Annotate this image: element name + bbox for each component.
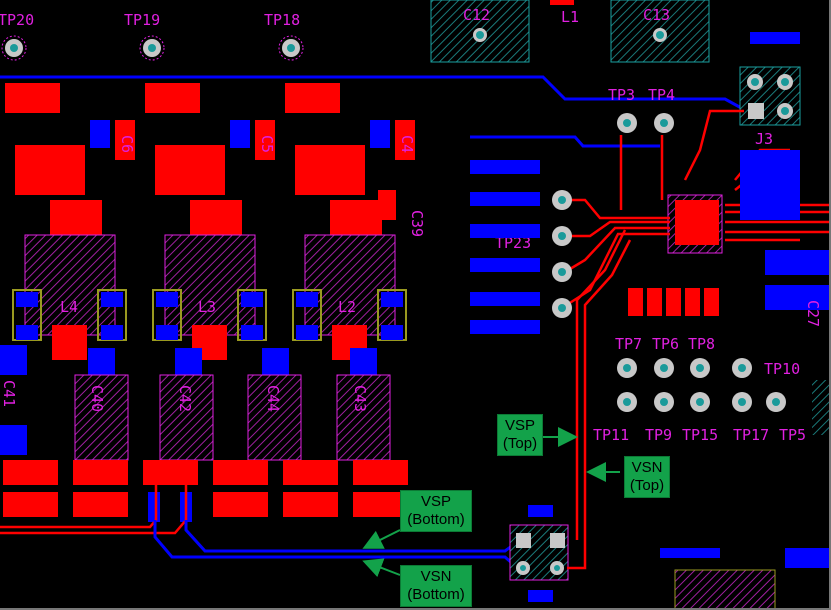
callout-vsn-bottom: VSN (Bottom) bbox=[400, 565, 472, 607]
tp3: TP3 bbox=[608, 86, 637, 133]
label-c5: C5 bbox=[258, 135, 276, 153]
label-c4: C4 bbox=[398, 135, 416, 153]
controller-ic bbox=[667, 194, 723, 254]
passive-array-right bbox=[740, 150, 831, 310]
capacitor-c12: C12 bbox=[430, 0, 530, 63]
small-caps-ic bbox=[628, 288, 719, 316]
buck-channel-2: L3 C5 C42 C44 bbox=[145, 83, 302, 461]
label-tp4: TP4 bbox=[648, 86, 675, 104]
label-c42: C42 bbox=[176, 385, 194, 412]
tp20: TP20 bbox=[0, 11, 34, 61]
tp4: TP4 bbox=[648, 86, 675, 133]
label-c12: C12 bbox=[463, 6, 490, 24]
capacitor-c13: C13 bbox=[610, 0, 710, 63]
connector-j3: J3 bbox=[739, 32, 801, 148]
buck-channel-1: L4 C6 C41 C40 bbox=[0, 83, 136, 461]
label-j3: J3 bbox=[755, 130, 773, 148]
label-tp3: TP3 bbox=[608, 86, 635, 104]
label-c6: C6 bbox=[118, 135, 136, 153]
label-c41: C41 bbox=[0, 380, 18, 407]
bottom-right-circuit bbox=[660, 548, 831, 610]
output-capacitor-array bbox=[3, 460, 408, 522]
label-tp9: TP9 bbox=[645, 426, 672, 444]
label-c39: C39 bbox=[408, 210, 426, 237]
tp19: TP19 bbox=[124, 11, 165, 61]
label-c40: C40 bbox=[88, 385, 106, 412]
label-tp19: TP19 bbox=[124, 11, 160, 29]
arrow-vsn-bottom bbox=[362, 558, 401, 578]
label-l1: L1 bbox=[561, 8, 579, 26]
label-tp11: TP11 bbox=[593, 426, 629, 444]
label-l4: L4 bbox=[60, 298, 78, 316]
bottom-trace-tp bbox=[470, 135, 660, 148]
output-connector bbox=[509, 505, 569, 602]
label-l2: L2 bbox=[338, 298, 356, 316]
callout-vsp-top: VSP (Top) bbox=[497, 414, 543, 456]
callout-vsp-bottom: VSP (Bottom) bbox=[400, 490, 472, 532]
pcb-layout: C12 L1 C13 J3 TP20 TP19 TP18 L4 C6 C41 C… bbox=[0, 0, 831, 610]
buck-channel-3: L2 C4 C39 C43 bbox=[285, 83, 426, 461]
tp24 bbox=[552, 262, 572, 282]
label-tp18: TP18 bbox=[264, 11, 300, 29]
label-c13: C13 bbox=[643, 6, 670, 24]
label-tp10: TP10 bbox=[764, 360, 800, 378]
inductor-l1: L1 bbox=[550, 0, 579, 26]
arrow-vsp-bottom bbox=[362, 529, 401, 549]
tp-grid: TP7 TP6 TP8 TP10 TP11 TP9 TP15 TP17 TP5 bbox=[593, 335, 831, 444]
label-tp17: TP17 bbox=[733, 426, 769, 444]
label-l3: L3 bbox=[198, 298, 216, 316]
label-c44: C44 bbox=[264, 385, 282, 412]
label-tp15: TP15 bbox=[682, 426, 718, 444]
label-tp6: TP6 bbox=[652, 335, 679, 353]
tp18: TP18 bbox=[264, 11, 304, 61]
label-tp20: TP20 bbox=[0, 11, 34, 29]
tp25 bbox=[552, 298, 572, 318]
label-c43: C43 bbox=[351, 385, 369, 412]
label-tp8: TP8 bbox=[688, 335, 715, 353]
label-tp5: TP5 bbox=[779, 426, 806, 444]
callout-vsn-top: VSN (Top) bbox=[624, 456, 670, 498]
label-c27: C27 bbox=[804, 300, 822, 327]
label-tp7: TP7 bbox=[615, 335, 642, 353]
